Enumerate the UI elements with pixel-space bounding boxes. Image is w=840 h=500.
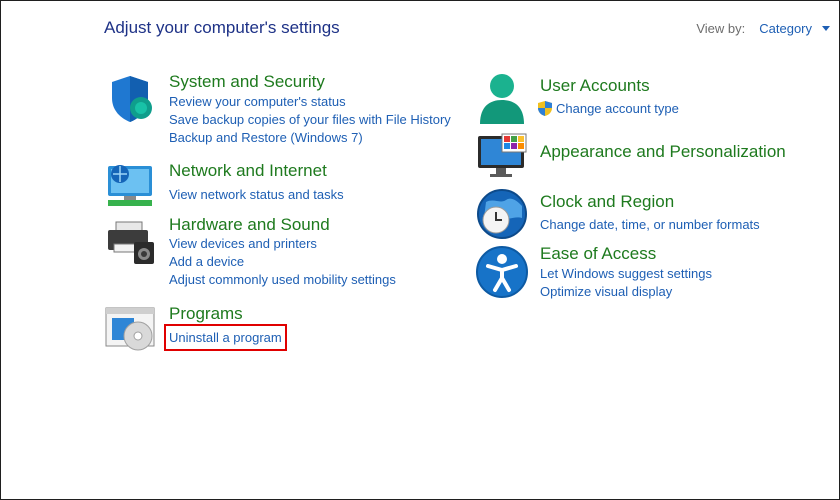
link-network-status[interactable]: View network status and tasks bbox=[169, 186, 344, 203]
link-date-time-formats[interactable]: Change date, time, or number formats bbox=[540, 216, 760, 233]
link-add-device[interactable]: Add a device bbox=[169, 253, 396, 270]
category-title-network[interactable]: Network and Internet bbox=[169, 161, 327, 181]
link-suggest-settings[interactable]: Let Windows suggest settings bbox=[540, 265, 712, 282]
category-title-clock[interactable]: Clock and Region bbox=[540, 192, 674, 212]
clock-globe-icon[interactable] bbox=[476, 188, 528, 240]
link-file-history[interactable]: Save backup copies of your files with Fi… bbox=[169, 111, 451, 128]
uac-shield-icon bbox=[538, 101, 552, 116]
link-devices-printers[interactable]: View devices and printers bbox=[169, 235, 396, 252]
link-mobility-settings[interactable]: Adjust commonly used mobility settings bbox=[169, 271, 396, 288]
view-by-dropdown[interactable]: Category bbox=[759, 21, 812, 36]
link-review-status[interactable]: Review your computer's status bbox=[169, 93, 451, 110]
chevron-down-icon[interactable] bbox=[822, 26, 830, 31]
shield-icon[interactable] bbox=[104, 72, 156, 124]
link-change-account-type-label: Change account type bbox=[556, 101, 679, 116]
category-title-hardware[interactable]: Hardware and Sound bbox=[169, 215, 330, 235]
link-optimize-visual[interactable]: Optimize visual display bbox=[540, 283, 712, 300]
link-backup-restore[interactable]: Backup and Restore (Windows 7) bbox=[169, 129, 451, 146]
page-title: Adjust your computer's settings bbox=[104, 18, 340, 37]
user-icon[interactable] bbox=[476, 72, 528, 124]
printer-speaker-icon[interactable] bbox=[104, 214, 156, 266]
programs-disc-icon[interactable] bbox=[104, 304, 156, 356]
monitor-palette-icon[interactable] bbox=[476, 130, 528, 182]
category-title-appearance[interactable]: Appearance and Personalization bbox=[540, 142, 786, 162]
category-title-programs[interactable]: Programs bbox=[169, 304, 243, 324]
network-monitor-icon[interactable] bbox=[104, 160, 156, 212]
view-by: View by: Category bbox=[696, 21, 830, 36]
link-uninstall-program[interactable]: Uninstall a program bbox=[164, 324, 287, 351]
category-title-ease[interactable]: Ease of Access bbox=[540, 244, 656, 264]
category-title-system-security[interactable]: System and Security bbox=[169, 72, 325, 92]
view-by-label: View by: bbox=[696, 21, 746, 36]
ease-of-access-icon[interactable] bbox=[476, 246, 528, 298]
link-change-account-type[interactable]: Change account type bbox=[538, 100, 679, 117]
category-title-user-accounts[interactable]: User Accounts bbox=[540, 76, 650, 96]
